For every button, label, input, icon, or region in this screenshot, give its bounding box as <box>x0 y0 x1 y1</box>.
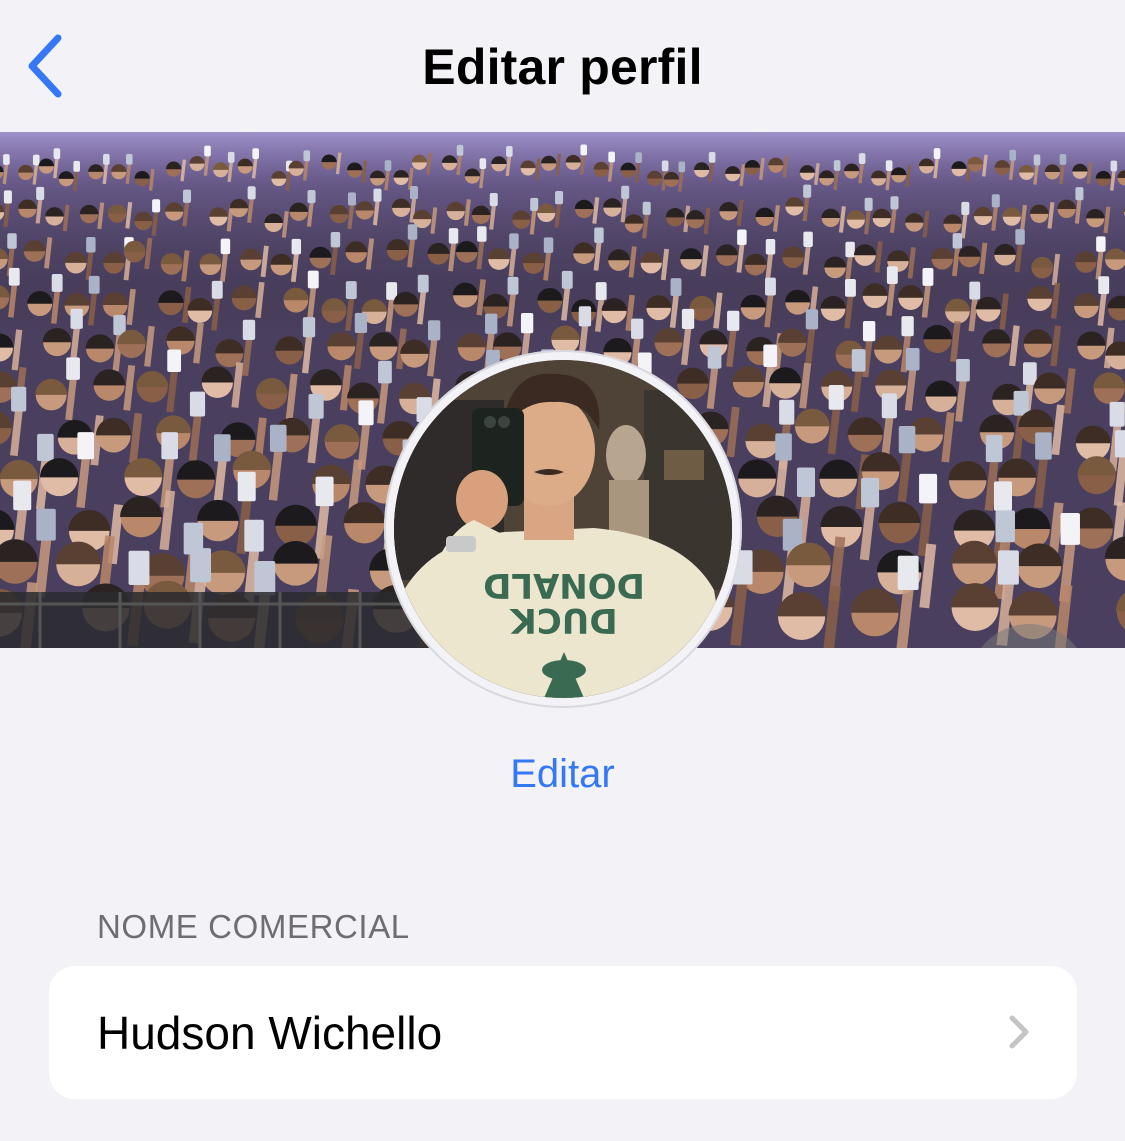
shirt-text-line2: DUCK <box>509 600 618 640</box>
business-name-row[interactable]: Hudson Wichello <box>49 966 1077 1099</box>
navigation-bar: Editar perfil <box>0 0 1125 132</box>
business-name-value: Hudson Wichello <box>97 1007 443 1059</box>
avatar[interactable]: DONALD DUCK <box>394 360 732 698</box>
camera-icon <box>969 624 1089 648</box>
page-title: Editar perfil <box>422 39 703 95</box>
shirt-text-line1: DONALD <box>483 565 645 605</box>
section-header: NOME COMERCIAL <box>97 908 410 945</box>
profile-photo-illustration: DONALD DUCK <box>394 360 732 698</box>
edit-photo-link[interactable]: Editar <box>0 752 1125 797</box>
chevron-right-icon <box>1009 1015 1029 1049</box>
change-cover-button[interactable] <box>969 624 1089 648</box>
